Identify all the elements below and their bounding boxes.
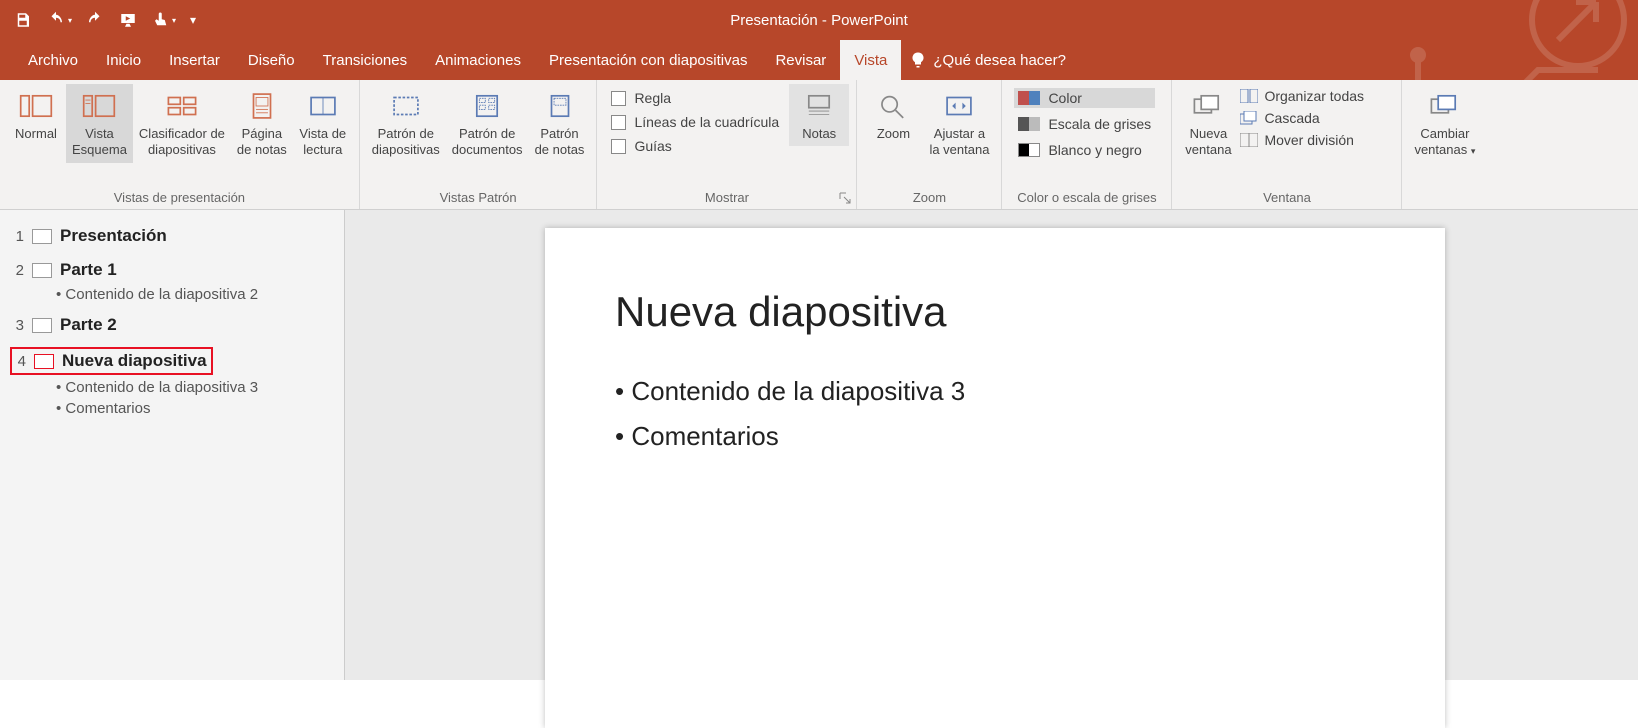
slide-thumb-icon (32, 318, 52, 333)
tab-transiciones[interactable]: Transiciones (309, 40, 421, 80)
ribbon-tabs: Archivo Inicio Insertar Diseño Transicio… (0, 40, 1638, 80)
group-window: Nueva ventana Organizar todas Cascada Mo… (1172, 80, 1402, 209)
ruler-checkbox[interactable]: Regla (611, 90, 779, 106)
tab-animaciones[interactable]: Animaciones (421, 40, 535, 80)
normal-icon (19, 91, 53, 121)
slide-area[interactable]: Nueva diapositiva Contenido de la diapos… (345, 210, 1638, 680)
workspace: 1Presentación 2Parte 1 • Contenido de la… (0, 210, 1638, 680)
group-label-master-views: Vistas Patrón (360, 190, 597, 205)
gridlines-checkbox[interactable]: Líneas de la cuadrícula (611, 114, 779, 130)
zoom-button[interactable]: Zoom (863, 84, 923, 146)
notes-page-button[interactable]: Página de notas (231, 84, 293, 163)
lightbulb-icon (909, 51, 927, 69)
titlebar: ▾ ▾ ▾ Presentación - PowerPoint (0, 0, 1638, 40)
window-title: Presentación - PowerPoint (730, 12, 908, 29)
slide-title[interactable]: Nueva diapositiva (615, 288, 1375, 336)
split-icon (1240, 133, 1258, 147)
slide-thumb-icon (32, 229, 52, 244)
slide-sorter-button[interactable]: Clasificador de diapositivas (133, 84, 231, 163)
magnifier-icon (876, 91, 910, 121)
quick-access-toolbar: ▾ ▾ ▾ (0, 11, 196, 29)
tab-insertar[interactable]: Insertar (155, 40, 234, 80)
outline-view-button[interactable]: Vista Esquema (66, 84, 133, 163)
group-show: Regla Líneas de la cuadrícula Guías Nota… (597, 80, 857, 209)
tab-archivo[interactable]: Archivo (14, 40, 92, 80)
notes-button[interactable]: Notas (789, 84, 849, 146)
slide-thumb-icon (34, 354, 54, 369)
cascade-button[interactable]: Cascada (1240, 110, 1364, 126)
slide-canvas[interactable]: Nueva diapositiva Contenido de la diapos… (545, 228, 1445, 728)
show-dialog-launcher[interactable] (838, 191, 852, 205)
tab-vista[interactable]: Vista (840, 40, 901, 80)
group-label-zoom: Zoom (857, 190, 1001, 205)
outline-item[interactable]: 1Presentación (10, 224, 334, 248)
sorter-icon (165, 91, 199, 121)
tell-me-search[interactable]: ¿Qué desea hacer? (909, 51, 1066, 69)
grayscale-option[interactable]: Escala de grises (1014, 114, 1155, 134)
notes-icon (802, 91, 836, 121)
guides-checkbox[interactable]: Guías (611, 138, 779, 154)
outline-bullet[interactable]: • Contenido de la diapositiva 3 (56, 379, 334, 396)
outline-item[interactable]: 2Parte 1 • Contenido de la diapositiva 2 (10, 258, 334, 303)
outline-bullet[interactable]: • Contenido de la diapositiva 2 (56, 286, 334, 303)
tab-revisar[interactable]: Revisar (761, 40, 840, 80)
fit-icon (942, 91, 976, 121)
ribbon: Normal Vista Esquema Clasificador de dia… (0, 80, 1638, 210)
tab-inicio[interactable]: Inicio (92, 40, 155, 80)
slide-thumb-icon (32, 263, 52, 278)
reading-icon (306, 91, 340, 121)
handout-master-button[interactable]: Patrón de documentos (446, 84, 529, 163)
group-label-presentation-views: Vistas de presentación (0, 190, 359, 205)
outline-pane[interactable]: 1Presentación 2Parte 1 • Contenido de la… (0, 210, 345, 680)
undo-button[interactable]: ▾ (46, 11, 72, 29)
tab-presentacion[interactable]: Presentación con diapositivas (535, 40, 761, 80)
new-window-icon (1191, 91, 1225, 121)
cascade-icon (1240, 111, 1258, 125)
group-color: Color Escala de grises Blanco y negro Co… (1002, 80, 1172, 209)
group-master-views: Patrón de diapositivas Patrón de documen… (360, 80, 598, 209)
outline-item-selected[interactable]: 4Nueva diapositiva • Contenido de la dia… (10, 347, 334, 417)
slide-body[interactable]: Contenido de la diapositiva 3 Comentario… (615, 376, 1375, 452)
notes-master-button[interactable]: Patrón de notas (529, 84, 591, 163)
touch-mode-button[interactable]: ▾ (152, 11, 176, 29)
slide-bullet[interactable]: Contenido de la diapositiva 3 (615, 376, 1375, 407)
start-slideshow-button[interactable] (118, 11, 138, 29)
bw-option[interactable]: Blanco y negro (1014, 140, 1155, 160)
reading-view-button[interactable]: Vista de lectura (293, 84, 353, 163)
switch-icon (1428, 91, 1462, 121)
redo-button[interactable] (86, 11, 104, 29)
qat-customize-button[interactable]: ▾ (190, 13, 196, 27)
outline-bullet[interactable]: • Comentarios (56, 400, 334, 417)
new-window-button[interactable]: Nueva ventana (1178, 84, 1238, 163)
notes-master-icon (543, 91, 577, 121)
normal-view-button[interactable]: Normal (6, 84, 66, 146)
group-label-color: Color o escala de grises (1002, 190, 1171, 205)
save-button[interactable] (14, 11, 32, 29)
group-label-show: Mostrar (597, 190, 856, 205)
notes-page-icon (245, 91, 279, 121)
group-switch-windows: Cambiar ventanas ▾ (1402, 80, 1487, 209)
slide-bullet[interactable]: Comentarios (615, 421, 1375, 452)
group-zoom: Zoom Ajustar a la ventana Zoom (857, 80, 1002, 209)
handout-master-icon (470, 91, 504, 121)
outline-icon (82, 91, 116, 121)
fit-window-button[interactable]: Ajustar a la ventana (923, 84, 995, 163)
group-presentation-views: Normal Vista Esquema Clasificador de dia… (0, 80, 360, 209)
group-label-window: Ventana (1172, 190, 1401, 205)
slide-master-icon (389, 91, 423, 121)
switch-windows-button[interactable]: Cambiar ventanas ▾ (1408, 84, 1481, 163)
tab-diseno[interactable]: Diseño (234, 40, 309, 80)
color-option[interactable]: Color (1014, 88, 1155, 108)
move-split-button[interactable]: Mover división (1240, 132, 1364, 148)
arrange-icon (1240, 89, 1258, 103)
arrange-all-button[interactable]: Organizar todas (1240, 88, 1364, 104)
outline-item[interactable]: 3Parte 2 (10, 313, 334, 337)
slide-master-button[interactable]: Patrón de diapositivas (366, 84, 446, 163)
